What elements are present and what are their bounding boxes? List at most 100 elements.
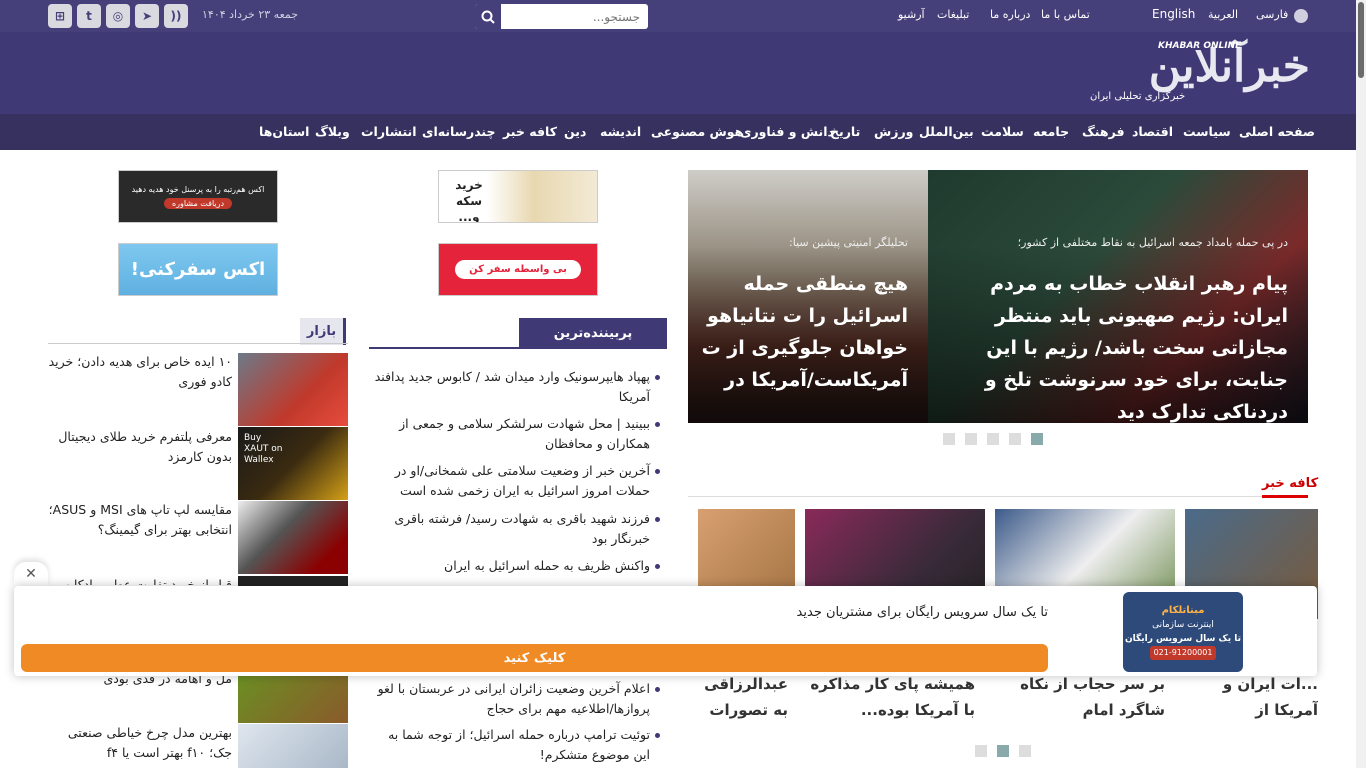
slide-1-kicker: در پی حمله بامداد جمعه اسرائیل به نقاط م… xyxy=(1017,236,1288,249)
popup-ad-image[interactable]: مبناتلکام اینترنت سازمانی تا یک سال سروی… xyxy=(1123,592,1243,672)
search-icon[interactable] xyxy=(475,4,501,29)
ad-banner-gift[interactable]: اکس هم‌رتبه را به پرسنل خود هدیه دهید در… xyxy=(118,170,278,223)
archive-link[interactable]: آرشیو xyxy=(898,8,925,21)
slider-dot-1[interactable] xyxy=(1031,433,1043,445)
nav-blog[interactable]: وبلاگ xyxy=(315,124,350,139)
contact-link[interactable]: تماس با ما xyxy=(1041,8,1090,21)
nav-politics[interactable]: سیاست xyxy=(1183,124,1231,139)
bullet-icon xyxy=(655,375,660,380)
ads-link[interactable]: تبلیغات xyxy=(937,8,969,21)
popular-item-1[interactable]: پهپاد هایپرسونیک وارد میدان شد / کابوس ج… xyxy=(368,367,650,407)
cafe-dot-2[interactable] xyxy=(975,745,987,757)
bazar-image-2[interactable]: Buy XAUT on Wallex xyxy=(238,427,348,500)
cafe-card-2-title[interactable]: بر سر حجاب از نکاه شاگرد امام xyxy=(995,671,1165,723)
logo-english: KHABAR ONLINE xyxy=(1158,41,1242,51)
lang-farsi[interactable]: فارسی xyxy=(1256,8,1288,21)
cafe-divider xyxy=(688,496,1308,497)
bazar-tab[interactable]: بازار xyxy=(300,318,346,345)
search-input[interactable] xyxy=(502,5,644,28)
slider-dot-2[interactable] xyxy=(1009,433,1021,445)
rss-icon[interactable]: )) xyxy=(164,4,188,28)
popup-close-icon[interactable]: ✕ xyxy=(14,562,48,586)
bazar-item-1[interactable]: ۱۰ ایده خاص برای هدیه دادن؛ خرید کادو فو… xyxy=(48,352,232,392)
twitter-icon[interactable]: t xyxy=(77,4,101,28)
app-icon[interactable]: ⊞ xyxy=(48,4,72,28)
nav-international[interactable]: بین‌الملل xyxy=(919,124,974,139)
ad-travel-text: بی واسطه سفر کن xyxy=(455,260,581,279)
nav-history[interactable]: تاریخ xyxy=(830,124,860,139)
slider-dot-3[interactable] xyxy=(987,433,999,445)
slide-2-title[interactable]: هیچ منطقی حمله اسرائیل را ت نتانیاهو خوا… xyxy=(688,268,908,392)
bazar-image-3[interactable] xyxy=(238,501,348,574)
instagram-icon[interactable]: ◎ xyxy=(106,4,130,28)
slide-1-title[interactable]: پیام رهبر انقلاب خطاب به مردم ایران: رژی… xyxy=(930,268,1288,428)
ad-banner-coin[interactable]: خرید سکه و... xyxy=(438,170,598,223)
bullet-icon xyxy=(655,687,660,692)
bazar-divider xyxy=(48,343,348,344)
popular-item-2[interactable]: ببینید | محل شهادت سرلشکر سلامی و جمعی ا… xyxy=(368,414,650,454)
bullet-icon xyxy=(655,422,660,427)
slider-dot-4[interactable] xyxy=(965,433,977,445)
popular-item-6[interactable]: اعلام آخرین وضعیت زائران ایرانی در عربست… xyxy=(368,679,650,719)
lang-arabic[interactable]: العربية xyxy=(1208,8,1238,21)
nav-culture[interactable]: فرهنگ xyxy=(1082,124,1125,139)
cafe-title[interactable]: کافه خبر xyxy=(1262,476,1318,491)
popup-cta-button[interactable]: کلیک کنید xyxy=(21,644,1048,672)
logo-tagline: خبرگزاری تحلیلی ایران xyxy=(1090,91,1186,102)
date-text: جمعه ۲۳ خرداد ۱۴۰۴ xyxy=(202,8,299,21)
nav-society[interactable]: جامعه xyxy=(1033,124,1069,139)
popular-divider xyxy=(369,347,667,349)
nav-religion[interactable]: دین xyxy=(564,124,586,139)
nav-publications[interactable]: انتشارات xyxy=(361,124,417,139)
nav-science[interactable]: دانش و فناوری xyxy=(740,124,834,139)
cafe-dot-1[interactable] xyxy=(997,745,1009,757)
ad-coin-text: خرید سکه و... xyxy=(455,178,483,223)
nav-provinces[interactable]: استان‌ها xyxy=(259,124,309,139)
ad-banner-travel[interactable]: بی واسطه سفر کن xyxy=(438,243,598,296)
popup-text: تا یک سال سرویس رایگان برای مشتریان جدید xyxy=(796,605,1048,620)
cafe-card-3-title[interactable]: همیشه پای کار مذاکره با آمریکا بوده... xyxy=(805,671,975,723)
bullet-icon xyxy=(655,733,660,738)
telegram-icon[interactable]: ➤ xyxy=(135,4,159,28)
bazar-image-1[interactable] xyxy=(238,353,348,426)
scrollbar-thumb[interactable] xyxy=(1358,2,1364,78)
cafe-underline xyxy=(1262,495,1308,498)
lang-english[interactable]: English xyxy=(1152,7,1195,21)
about-link[interactable]: درباره ما xyxy=(990,8,1030,21)
nav-economy[interactable]: اقتصاد xyxy=(1132,124,1173,139)
slide-2-kicker: تحلیلگر امنیتی پیشین سیا: xyxy=(789,236,908,249)
scrollbar-track[interactable] xyxy=(1356,0,1366,768)
bullet-icon xyxy=(655,564,660,569)
ad-xtravel-text: اکس سفرکنی! xyxy=(130,259,266,280)
nav-ai[interactable]: هوش مصنوعی xyxy=(651,124,743,139)
bazar-item-3[interactable]: مقایسه لپ تاپ های MSI و ASUS؛ انتخابی به… xyxy=(48,500,232,540)
ad-gift-text: اکس هم‌رتبه را به پرسنل خود هدیه دهید xyxy=(131,184,265,194)
bazar-item-4[interactable]: قبل از خرید تفاوت عطر و ادکلن رو xyxy=(48,575,232,585)
nav-multimedia[interactable]: چندرسانه‌ای xyxy=(422,124,496,139)
ad-banner-xtravel[interactable]: اکس سفرکنی! xyxy=(118,243,278,296)
nav-health[interactable]: سلامت xyxy=(981,124,1024,139)
nav-home[interactable]: صفحه اصلی xyxy=(1239,124,1315,139)
cafe-card-4-title[interactable]: عبدالرزاقی به تصورات موجو xyxy=(698,671,788,727)
globe-icon xyxy=(1294,9,1308,23)
nav-thought[interactable]: اندیشه xyxy=(600,124,641,139)
nav-cafe[interactable]: کافه خبر xyxy=(503,124,557,139)
bazar-image-6[interactable] xyxy=(238,724,348,768)
popular-item-4[interactable]: فرزند شهید باقری به شهادت رسید/ فرشته با… xyxy=(368,509,650,549)
bazar-item-2[interactable]: معرفی پلتفرم خرید طلای دیجیتال بدون کارم… xyxy=(48,427,232,467)
bazar-item-6[interactable]: بهترین مدل چرخ خیاطی صنعتی جک؛ f۱۰ بهتر … xyxy=(48,723,232,763)
popular-item-7[interactable]: توئیت ترامپ درباره حمله اسرائیل؛ از توجه… xyxy=(368,725,650,765)
popular-item-5[interactable]: واکنش ظریف به حمله اسرائیل به ایران xyxy=(368,556,650,576)
bazar-image-5[interactable] xyxy=(238,676,348,723)
cafe-dot-3[interactable] xyxy=(1019,745,1031,757)
cafe-card-1-title[interactable]: ...ات ایران و آمریکا از صغرزاده/... xyxy=(1185,671,1318,727)
nav-sports[interactable]: ورزش xyxy=(874,124,913,139)
slider-dot-5[interactable] xyxy=(943,433,955,445)
popular-tab[interactable]: پربیننده‌ترین xyxy=(519,318,667,348)
popup-ad-brand: مبناتلکام xyxy=(1161,605,1205,616)
popup-ad-line2: تا یک سال سرویس رایگان xyxy=(1124,634,1241,644)
popup-ad-line1: اینترنت سازمانی xyxy=(1152,620,1214,630)
ad-gift-button: دریافت مشاوره xyxy=(163,197,233,209)
popular-item-3[interactable]: آخرین خبر از وضعیت سلامتی علی شمخانی/او … xyxy=(368,461,650,501)
bullet-icon xyxy=(655,517,660,522)
